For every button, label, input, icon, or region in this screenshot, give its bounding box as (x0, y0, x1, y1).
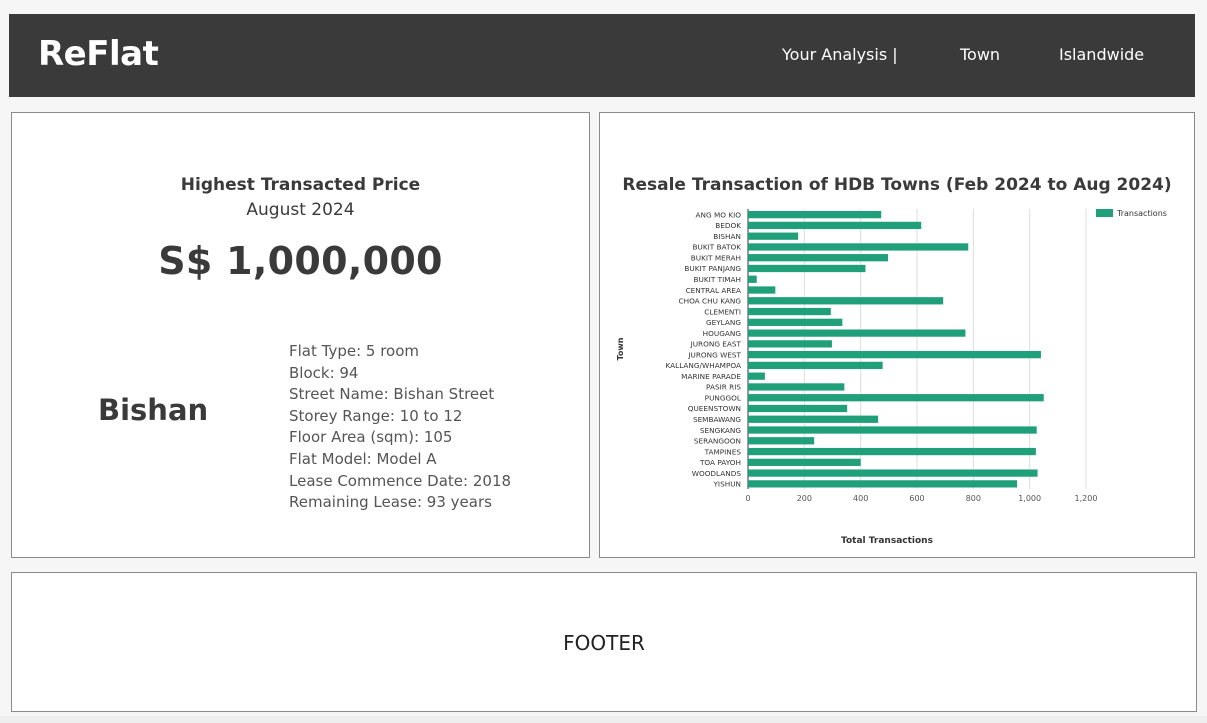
nav-your-analysis[interactable]: Your Analysis | (782, 45, 898, 65)
category-label: HOUGANG (703, 329, 742, 338)
category-label: BUKIT BATOK (693, 243, 742, 252)
detail-street-name: Street Name: Bishan Street (289, 385, 495, 404)
category-label: BUKIT TIMAH (694, 275, 741, 284)
bar (748, 394, 1044, 402)
bar (748, 243, 969, 251)
bar (748, 254, 888, 262)
bar (748, 372, 765, 380)
category-label: MARINE PARADE (681, 372, 741, 381)
logo[interactable]: ReFlat (38, 34, 159, 74)
category-label: TOA PAYOH (699, 458, 741, 467)
bar (748, 211, 882, 219)
bar (748, 437, 815, 445)
x-tick-label: 800 (966, 494, 981, 503)
bar (748, 232, 799, 240)
x-tick-label: 600 (909, 494, 924, 503)
detail-lease-commence: Lease Commence Date: 2018 (289, 471, 512, 490)
category-label: BUKIT MERAH (691, 253, 741, 262)
detail-floor-area: Floor Area (sqm): 105 (289, 428, 453, 447)
category-label: WOODLANDS (692, 469, 742, 478)
bar (748, 318, 843, 326)
navbar: ReFlat Your Analysis | Town Islandwide (9, 14, 1195, 97)
highest-price-card: Highest Transacted Price August 2024 S$ … (11, 112, 590, 558)
category-label: BUKIT PANJANG (684, 264, 741, 273)
x-tick-label: 400 (853, 494, 868, 503)
category-label: CHOA CHU KANG (678, 297, 741, 306)
highest-price-title: Highest Transacted Price (180, 175, 421, 195)
category-label: TAMPINES (704, 447, 742, 456)
legend-label: Transactions (1116, 209, 1167, 218)
detail-remaining-lease: Remaining Lease: 93 years (289, 493, 492, 512)
transactions-chart-card: Resale Transaction of HDB Towns (Feb 202… (599, 112, 1195, 558)
category-label: SERANGOON (694, 437, 741, 446)
detail-block: Block: 94 (289, 363, 359, 382)
bar (748, 361, 883, 370)
category-label: JURONG WEST (687, 350, 741, 359)
detail-flat-model: Flat Model: Model A (289, 449, 437, 468)
category-label: PASIR RIS (706, 383, 741, 392)
bar (748, 426, 1037, 434)
category-label: SENGKANG (700, 426, 741, 435)
bar (748, 480, 1017, 488)
bar (748, 307, 831, 316)
town-name: Bishan (98, 393, 209, 427)
bar (748, 415, 879, 423)
y-axis-title: Town (616, 337, 625, 360)
category-label: ANG MO KIO (696, 210, 742, 219)
category-label: BISHAN (713, 232, 741, 241)
detail-flat-type: Flat Type: 5 room (289, 342, 420, 360)
category-label: YISHUN (712, 480, 741, 489)
bar (748, 264, 866, 273)
x-tick-label: 0 (745, 494, 750, 503)
bar (748, 297, 944, 305)
footer: FOOTER (11, 572, 1197, 712)
category-label: QUEENSTOWN (688, 404, 741, 413)
category-label: BEDOK (715, 221, 741, 230)
highest-price-date: August 2024 (246, 200, 355, 220)
bar (748, 447, 1036, 456)
x-tick-label: 1,000 (1018, 494, 1041, 503)
bar (748, 469, 1038, 477)
footer-label: FOOTER (563, 631, 645, 655)
x-axis-title: Total Transactions (841, 536, 933, 546)
category-label: KALLANG/WHAMPOA (665, 361, 741, 370)
nav-islandwide[interactable]: Islandwide (1059, 45, 1144, 65)
bar (748, 340, 832, 348)
bar (748, 458, 861, 466)
category-label: PUNGGOL (705, 393, 742, 402)
bar (748, 221, 922, 230)
bar (748, 351, 1041, 359)
nav-town[interactable]: Town (960, 45, 1000, 65)
bottom-strip (0, 716, 1207, 723)
category-label: JURONG EAST (690, 340, 742, 349)
detail-storey-range: Storey Range: 10 to 12 (289, 406, 463, 425)
transactions-bar-chart: 0 200 400 600 800 1,000 1,200 ANG MO KIO BEDOK BI… (616, 209, 1167, 546)
bar (748, 286, 776, 294)
bar (748, 404, 848, 413)
x-tick-label: 200 (797, 494, 812, 503)
legend-swatch (1096, 209, 1113, 217)
bar (748, 383, 845, 391)
highest-price-value: S$ 1,000,000 (158, 239, 443, 283)
bar (748, 329, 966, 337)
bar (748, 275, 757, 283)
x-tick-label: 1,200 (1075, 494, 1098, 503)
category-label: SEMBAWANG (693, 415, 741, 424)
category-label: CENTRAL AREA (686, 286, 741, 295)
category-label: GEYLANG (706, 318, 741, 327)
flat-details-list: Flat Type: 5 room Block: 94 Street Name:… (289, 341, 511, 514)
category-label: CLEMENTI (704, 307, 741, 316)
